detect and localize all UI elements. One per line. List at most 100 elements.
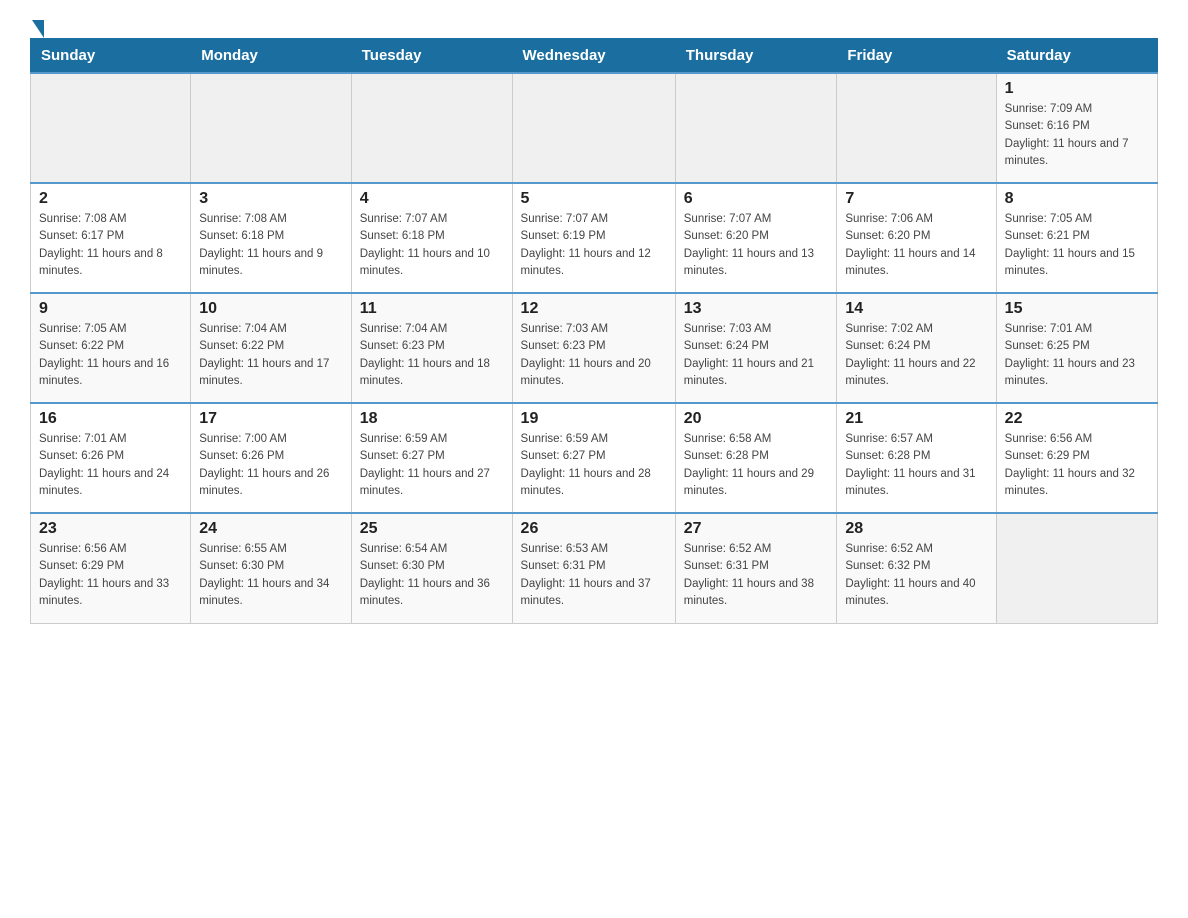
table-row: 13 Sunrise: 7:03 AMSunset: 6:24 PMDayligh…	[675, 293, 837, 403]
day-info: Sunrise: 7:05 AMSunset: 6:21 PMDaylight:…	[1005, 211, 1149, 280]
day-info: Sunrise: 7:05 AMSunset: 6:22 PMDaylight:…	[39, 321, 182, 390]
col-sunday: Sunday	[31, 39, 191, 74]
calendar-header-row: Sunday Monday Tuesday Wednesday Thursday…	[31, 39, 1158, 74]
table-row: 24 Sunrise: 6:55 AMSunset: 6:30 PMDayligh…	[191, 513, 352, 623]
day-info: Sunrise: 7:01 AMSunset: 6:26 PMDaylight:…	[39, 431, 182, 500]
day-number: 7	[845, 190, 987, 208]
day-number: 23	[39, 520, 182, 538]
table-row	[191, 73, 352, 183]
logo	[30, 20, 44, 28]
table-row: 9 Sunrise: 7:05 AMSunset: 6:22 PMDaylight…	[31, 293, 191, 403]
day-info: Sunrise: 6:57 AMSunset: 6:28 PMDaylight:…	[845, 431, 987, 500]
table-row: 26 Sunrise: 6:53 AMSunset: 6:31 PMDayligh…	[512, 513, 675, 623]
day-number: 17	[199, 410, 343, 428]
day-number: 8	[1005, 190, 1149, 208]
logo-arrow-icon	[32, 20, 44, 38]
day-info: Sunrise: 6:59 AMSunset: 6:27 PMDaylight:…	[360, 431, 504, 500]
table-row	[512, 73, 675, 183]
table-row: 16 Sunrise: 7:01 AMSunset: 6:26 PMDayligh…	[31, 403, 191, 513]
day-info: Sunrise: 7:01 AMSunset: 6:25 PMDaylight:…	[1005, 321, 1149, 390]
day-number: 26	[521, 520, 667, 538]
table-row: 1 Sunrise: 7:09 AMSunset: 6:16 PMDaylight…	[996, 73, 1157, 183]
col-thursday: Thursday	[675, 39, 837, 74]
table-row: 2Sunrise: 7:08 AMSunset: 6:17 PMDaylight…	[31, 183, 191, 293]
table-row: 15 Sunrise: 7:01 AMSunset: 6:25 PMDayligh…	[996, 293, 1157, 403]
day-number: 12	[521, 300, 667, 318]
day-info: Sunrise: 7:07 AMSunset: 6:19 PMDaylight:…	[521, 211, 667, 280]
day-info: Sunrise: 7:04 AMSunset: 6:23 PMDaylight:…	[360, 321, 504, 390]
day-number: 18	[360, 410, 504, 428]
day-number: 11	[360, 300, 504, 318]
day-info: Sunrise: 6:53 AMSunset: 6:31 PMDaylight:…	[521, 541, 667, 610]
day-info: Sunrise: 6:56 AMSunset: 6:29 PMDaylight:…	[1005, 431, 1149, 500]
day-number: 9	[39, 300, 182, 318]
table-row	[351, 73, 512, 183]
calendar-week-row: 23 Sunrise: 6:56 AMSunset: 6:29 PMDayligh…	[31, 513, 1158, 623]
table-row	[675, 73, 837, 183]
table-row: 3 Sunrise: 7:08 AMSunset: 6:18 PMDaylight…	[191, 183, 352, 293]
day-number: 24	[199, 520, 343, 538]
day-number: 6	[684, 190, 829, 208]
day-number: 10	[199, 300, 343, 318]
page-header	[30, 20, 1158, 28]
day-info: Sunrise: 7:04 AMSunset: 6:22 PMDaylight:…	[199, 321, 343, 390]
table-row: 25 Sunrise: 6:54 AMSunset: 6:30 PMDayligh…	[351, 513, 512, 623]
calendar-week-row: 2Sunrise: 7:08 AMSunset: 6:17 PMDaylight…	[31, 183, 1158, 293]
table-row	[837, 73, 996, 183]
day-number: 4	[360, 190, 504, 208]
day-info: Sunrise: 7:02 AMSunset: 6:24 PMDaylight:…	[845, 321, 987, 390]
table-row: 6Sunrise: 7:07 AMSunset: 6:20 PMDaylight…	[675, 183, 837, 293]
day-info: Sunrise: 6:58 AMSunset: 6:28 PMDaylight:…	[684, 431, 829, 500]
day-number: 14	[845, 300, 987, 318]
day-info: Sunrise: 6:59 AMSunset: 6:27 PMDaylight:…	[521, 431, 667, 500]
day-info: Sunrise: 7:09 AMSunset: 6:16 PMDaylight:…	[1005, 101, 1149, 170]
day-number: 25	[360, 520, 504, 538]
day-number: 16	[39, 410, 182, 428]
day-info: Sunrise: 6:52 AMSunset: 6:31 PMDaylight:…	[684, 541, 829, 610]
day-info: Sunrise: 6:56 AMSunset: 6:29 PMDaylight:…	[39, 541, 182, 610]
logo-general-text	[30, 20, 44, 36]
table-row: 4 Sunrise: 7:07 AMSunset: 6:18 PMDaylight…	[351, 183, 512, 293]
day-number: 1	[1005, 80, 1149, 98]
day-info: Sunrise: 7:03 AMSunset: 6:23 PMDaylight:…	[521, 321, 667, 390]
col-tuesday: Tuesday	[351, 39, 512, 74]
table-row: 10 Sunrise: 7:04 AMSunset: 6:22 PMDayligh…	[191, 293, 352, 403]
table-row: 17Sunrise: 7:00 AMSunset: 6:26 PMDayligh…	[191, 403, 352, 513]
table-row: 20 Sunrise: 6:58 AMSunset: 6:28 PMDayligh…	[675, 403, 837, 513]
calendar-week-row: 9 Sunrise: 7:05 AMSunset: 6:22 PMDaylight…	[31, 293, 1158, 403]
table-row	[31, 73, 191, 183]
col-monday: Monday	[191, 39, 352, 74]
calendar-table: Sunday Monday Tuesday Wednesday Thursday…	[30, 38, 1158, 624]
day-number: 21	[845, 410, 987, 428]
calendar-week-row: 1 Sunrise: 7:09 AMSunset: 6:16 PMDaylight…	[31, 73, 1158, 183]
day-number: 27	[684, 520, 829, 538]
table-row	[996, 513, 1157, 623]
table-row: 12 Sunrise: 7:03 AMSunset: 6:23 PMDayligh…	[512, 293, 675, 403]
table-row: 19 Sunrise: 6:59 AMSunset: 6:27 PMDayligh…	[512, 403, 675, 513]
day-number: 3	[199, 190, 343, 208]
day-number: 19	[521, 410, 667, 428]
table-row: 23 Sunrise: 6:56 AMSunset: 6:29 PMDayligh…	[31, 513, 191, 623]
table-row: 5 Sunrise: 7:07 AMSunset: 6:19 PMDaylight…	[512, 183, 675, 293]
col-wednesday: Wednesday	[512, 39, 675, 74]
day-number: 2	[39, 190, 182, 208]
day-number: 20	[684, 410, 829, 428]
table-row: 14 Sunrise: 7:02 AMSunset: 6:24 PMDayligh…	[837, 293, 996, 403]
col-friday: Friday	[837, 39, 996, 74]
table-row: 7Sunrise: 7:06 AMSunset: 6:20 PMDaylight…	[837, 183, 996, 293]
day-info: Sunrise: 6:55 AMSunset: 6:30 PMDaylight:…	[199, 541, 343, 610]
calendar-week-row: 16 Sunrise: 7:01 AMSunset: 6:26 PMDayligh…	[31, 403, 1158, 513]
table-row: 11 Sunrise: 7:04 AMSunset: 6:23 PMDayligh…	[351, 293, 512, 403]
day-info: Sunrise: 7:07 AMSunset: 6:18 PMDaylight:…	[360, 211, 504, 280]
day-number: 13	[684, 300, 829, 318]
day-number: 15	[1005, 300, 1149, 318]
table-row: 28Sunrise: 6:52 AMSunset: 6:32 PMDayligh…	[837, 513, 996, 623]
day-info: Sunrise: 7:03 AMSunset: 6:24 PMDaylight:…	[684, 321, 829, 390]
day-number: 5	[521, 190, 667, 208]
day-info: Sunrise: 7:08 AMSunset: 6:18 PMDaylight:…	[199, 211, 343, 280]
day-info: Sunrise: 6:54 AMSunset: 6:30 PMDaylight:…	[360, 541, 504, 610]
table-row: 18 Sunrise: 6:59 AMSunset: 6:27 PMDayligh…	[351, 403, 512, 513]
day-number: 28	[845, 520, 987, 538]
col-saturday: Saturday	[996, 39, 1157, 74]
table-row: 22Sunrise: 6:56 AMSunset: 6:29 PMDayligh…	[996, 403, 1157, 513]
